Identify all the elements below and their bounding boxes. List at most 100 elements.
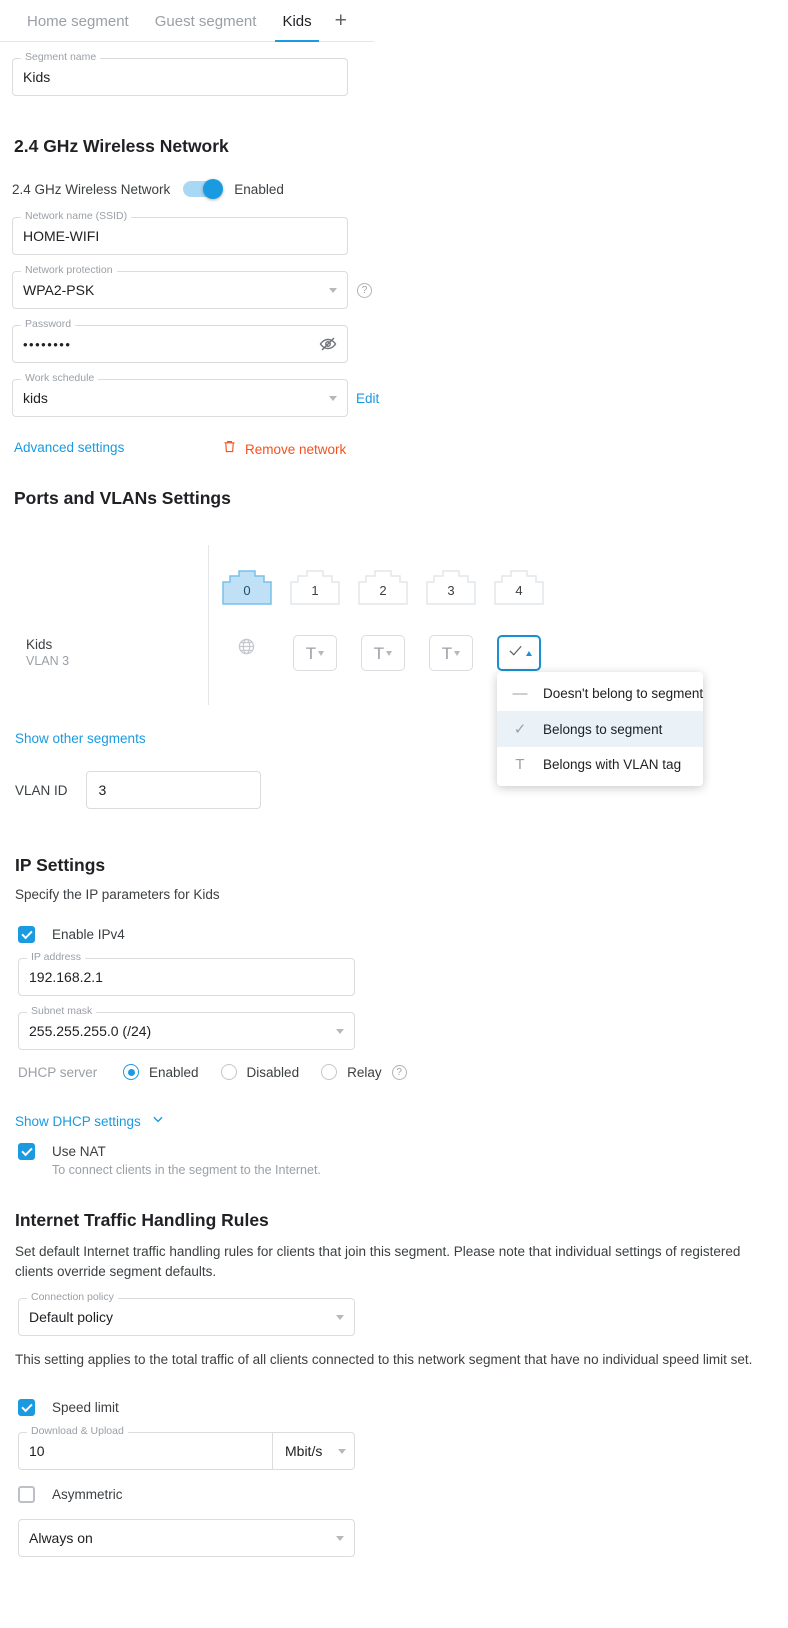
speed-limit-value: 10 <box>29 1443 45 1459</box>
menu-item-label: Doesn't belong to segment <box>543 686 703 701</box>
dhcp-radio-disabled[interactable] <box>221 1064 237 1080</box>
hide-password-icon[interactable] <box>319 335 337 353</box>
port-icon-4[interactable]: 4 <box>494 563 544 605</box>
port-icon-3[interactable]: 3 <box>426 563 476 605</box>
tab-home-segment[interactable]: Home segment <box>14 13 142 41</box>
ip-settings-subtitle: Specify the IP parameters for Kids <box>15 887 220 902</box>
dhcp-radio-relay[interactable] <box>321 1064 337 1080</box>
vlan-id-input[interactable]: 3 <box>86 771 261 809</box>
dhcp-radio-enabled[interactable] <box>123 1064 139 1080</box>
traffic-schedule-select[interactable]: Always on <box>18 1519 355 1557</box>
asymmetric-row[interactable]: Asymmetric <box>18 1486 123 1503</box>
work-schedule-label: Work schedule <box>21 373 98 384</box>
port-icon-1[interactable]: 1 <box>290 563 340 605</box>
work-schedule-select[interactable]: Work schedule kids <box>12 379 348 417</box>
network-protection-help-icon[interactable]: ? <box>357 283 372 298</box>
advanced-settings-link[interactable]: Advanced settings <box>14 440 124 455</box>
ssid-field[interactable]: Network name (SSID) HOME-WIFI <box>12 217 348 255</box>
port-icon-0[interactable]: 0 <box>222 563 272 605</box>
segment-name-field[interactable]: Segment name Kids <box>12 58 348 96</box>
speed-limit-row[interactable]: Speed limit <box>18 1399 119 1416</box>
password-field[interactable]: Password •••••••• <box>12 325 348 363</box>
use-nat-row[interactable]: Use NAT <box>18 1143 321 1160</box>
trash-icon <box>222 439 237 459</box>
add-segment-icon[interactable]: + <box>325 10 357 41</box>
use-nat-checkbox[interactable] <box>18 1143 35 1160</box>
wireless-toggle-state: Enabled <box>234 182 284 197</box>
remove-network-label: Remove network <box>245 442 346 457</box>
subnet-mask-value: 255.255.255.0 (/24) <box>29 1023 151 1039</box>
chevron-down-icon <box>336 1536 344 1541</box>
menu-item-label: Belongs to segment <box>543 722 662 737</box>
subnet-mask-label: Subnet mask <box>27 1006 96 1017</box>
ports-heading: Ports and VLANs Settings <box>14 488 231 509</box>
chevron-down-icon <box>338 1449 346 1454</box>
dhcp-help-icon[interactable]: ? <box>392 1065 407 1080</box>
speed-limit-value-field[interactable]: Download & Upload 10 <box>18 1432 273 1470</box>
connection-policy-label: Connection policy <box>27 1292 118 1303</box>
dhcp-option-label-relay: Relay <box>347 1065 382 1080</box>
menu-item-belongs-vlan-tag[interactable]: T Belongs with VLAN tag <box>497 747 703 782</box>
port-mode-select-2[interactable]: T <box>361 635 405 671</box>
chevron-down-icon <box>329 288 337 293</box>
ssid-value: HOME-WIFI <box>23 228 99 244</box>
tab-guest-segment[interactable]: Guest segment <box>142 13 270 41</box>
menu-item-doesnt-belong[interactable]: — Doesn't belong to segment <box>497 676 703 711</box>
show-dhcp-settings-label: Show DHCP settings <box>15 1114 141 1129</box>
network-protection-label: Network protection <box>21 265 117 276</box>
enable-ipv4-row[interactable]: Enable IPv4 <box>18 926 125 943</box>
chevron-down-icon <box>386 651 392 656</box>
speed-unit-select[interactable]: Mbit/s <box>273 1432 355 1470</box>
traffic-heading: Internet Traffic Handling Rules <box>15 1210 269 1231</box>
password-label: Password <box>21 319 75 330</box>
chevron-down-icon <box>454 651 460 656</box>
tab-kids[interactable]: Kids <box>269 13 324 41</box>
show-dhcp-settings-toggle[interactable]: Show DHCP settings <box>15 1112 165 1131</box>
speed-limit-field-label: Download & Upload <box>27 1426 128 1437</box>
network-protection-select[interactable]: Network protection WPA2-PSK <box>12 271 348 309</box>
menu-item-label: Belongs with VLAN tag <box>543 757 681 772</box>
port-number-1: 1 <box>290 583 340 598</box>
port-number-3: 3 <box>426 583 476 598</box>
menu-item-belongs[interactable]: ✓ Belongs to segment <box>497 711 703 747</box>
segment-name-value: Kids <box>23 69 50 85</box>
asymmetric-label: Asymmetric <box>52 1487 123 1502</box>
ports-row-label: Kids VLAN 3 <box>26 637 69 668</box>
dhcp-option-label-disabled: Disabled <box>247 1065 300 1080</box>
chevron-down-icon <box>336 1029 344 1034</box>
port-mode-select-3[interactable]: T <box>429 635 473 671</box>
chevron-down-icon <box>151 1112 165 1131</box>
connection-policy-select[interactable]: Connection policy Default policy <box>18 1298 355 1336</box>
port-mode-select-4[interactable] <box>497 635 541 671</box>
port-mode-dropdown-menu: — Doesn't belong to segment ✓ Belongs to… <box>497 672 703 786</box>
chevron-down-icon <box>318 651 324 656</box>
show-other-segments-link[interactable]: Show other segments <box>15 731 146 746</box>
asymmetric-checkbox[interactable] <box>18 1486 35 1503</box>
ip-address-field[interactable]: IP address 192.168.2.1 <box>18 958 355 996</box>
port-icon-2[interactable]: 2 <box>358 563 408 605</box>
speed-limit-checkbox[interactable] <box>18 1399 35 1416</box>
use-nat-label: Use NAT <box>52 1144 106 1159</box>
port-mode-select-1[interactable]: T <box>293 635 337 671</box>
vlan-tag-icon: T <box>511 756 529 773</box>
enable-ipv4-checkbox[interactable] <box>18 926 35 943</box>
wireless-toggle-row: 2.4 GHz Wireless Network Enabled <box>12 181 284 197</box>
ip-settings-heading: IP Settings <box>15 855 105 876</box>
chevron-down-icon <box>336 1315 344 1320</box>
dash-icon: — <box>511 685 529 702</box>
chevron-up-icon <box>526 651 532 656</box>
network-protection-value: WPA2-PSK <box>23 282 94 298</box>
ports-row-subtitle: VLAN 3 <box>26 654 69 668</box>
edit-schedule-link[interactable]: Edit <box>356 391 379 406</box>
dhcp-server-row: DHCP server Enabled Disabled Relay ? <box>18 1064 407 1080</box>
port-number-4: 4 <box>494 583 544 598</box>
traffic-schedule-value: Always on <box>29 1530 93 1546</box>
vlan-tag-icon: T <box>374 645 384 662</box>
subnet-mask-select[interactable]: Subnet mask 255.255.255.0 (/24) <box>18 1012 355 1050</box>
globe-icon <box>237 637 256 661</box>
connection-policy-value: Default policy <box>29 1309 113 1325</box>
remove-network-button[interactable]: Remove network <box>222 439 346 459</box>
wireless-enable-toggle[interactable] <box>183 181 221 197</box>
vlan-id-row: VLAN ID 3 <box>15 771 261 809</box>
speed-limit-note: This setting applies to the total traffi… <box>15 1350 770 1370</box>
